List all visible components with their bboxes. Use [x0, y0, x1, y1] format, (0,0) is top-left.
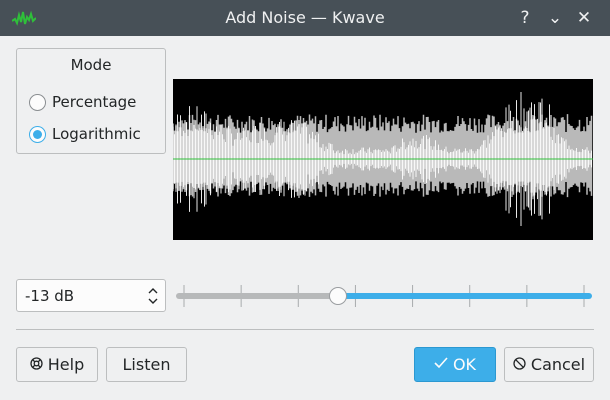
- help-button-label: Help: [47, 355, 85, 374]
- listen-button[interactable]: Listen: [106, 347, 187, 382]
- mode-group-title: Mode: [70, 56, 112, 74]
- mode-option-percentage[interactable]: Percentage: [29, 91, 136, 113]
- slider-track-right: [338, 293, 592, 299]
- checkmark-icon: [434, 357, 448, 372]
- lifebuoy-icon: [30, 356, 43, 373]
- level-spinbox[interactable]: -13 dB: [16, 279, 166, 312]
- cancel-icon: [513, 356, 526, 373]
- mode-option-logarithmic[interactable]: Logarithmic: [29, 123, 141, 145]
- logarithmic-label: Logarithmic: [52, 125, 141, 143]
- help-button[interactable]: Help: [16, 347, 98, 382]
- spin-arrows-icon[interactable]: [147, 284, 159, 308]
- ok-button-label: OK: [452, 355, 477, 374]
- slider-handle[interactable]: [329, 287, 347, 305]
- waveform-preview: [173, 79, 593, 240]
- cancel-button[interactable]: Cancel: [504, 347, 594, 382]
- cancel-button-label: Cancel: [530, 355, 586, 374]
- close-button[interactable]: ✕: [572, 6, 596, 30]
- window-titlebar[interactable]: Add Noise — Kwave ? ⌄ ✕: [0, 0, 610, 36]
- percentage-radio[interactable]: [29, 93, 46, 111]
- minimize-button[interactable]: ⌄: [543, 6, 567, 30]
- mode-group: Mode Percentage Logarithmic: [16, 48, 166, 154]
- listen-button-label: Listen: [122, 355, 171, 374]
- logarithmic-radio[interactable]: [29, 125, 46, 143]
- button-separator: [16, 329, 594, 330]
- slider-track-left: [176, 293, 338, 299]
- context-help-button[interactable]: ?: [513, 6, 537, 30]
- percentage-label: Percentage: [52, 93, 137, 111]
- level-value: -13 dB: [25, 287, 75, 305]
- level-slider[interactable]: [176, 283, 592, 309]
- ok-button[interactable]: OK: [414, 347, 496, 382]
